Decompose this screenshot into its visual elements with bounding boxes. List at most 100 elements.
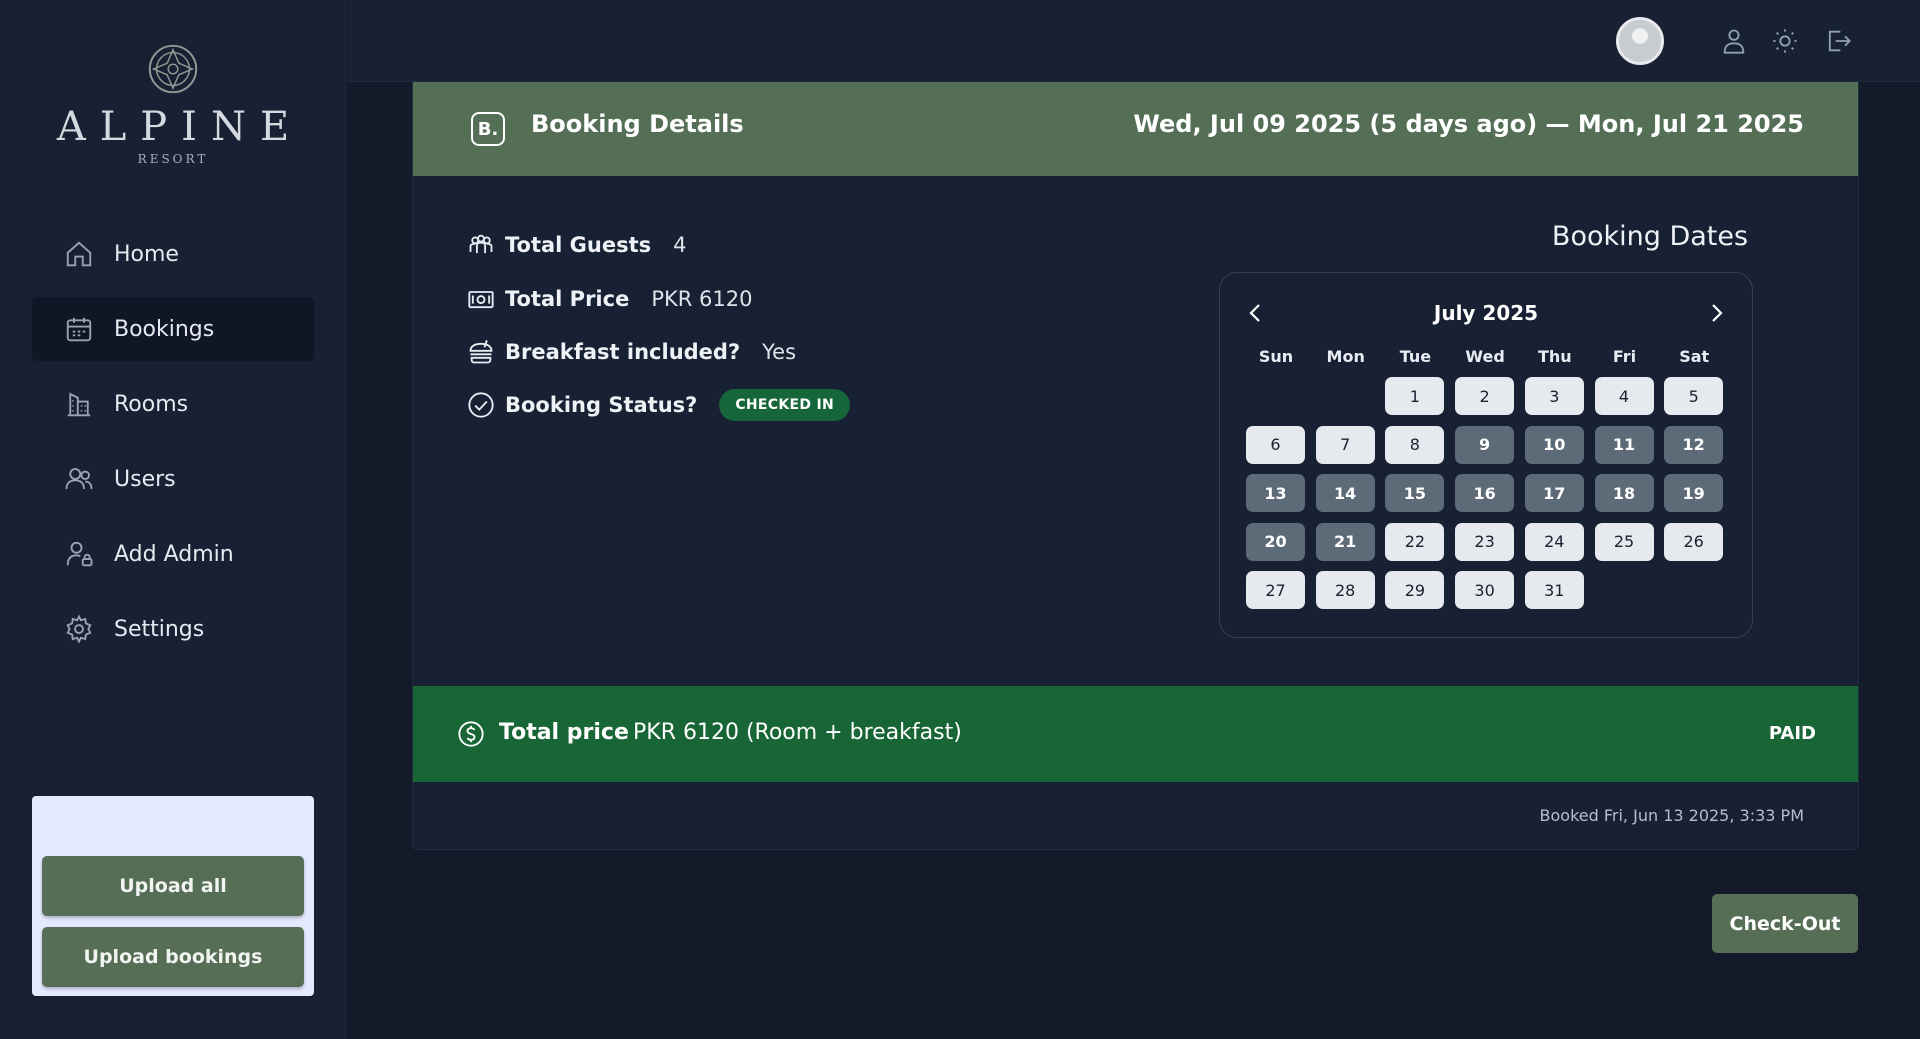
brand-name: ALPINE: [56, 104, 304, 150]
sidebar-item-rooms[interactable]: Rooms: [32, 372, 314, 436]
upload-all-button[interactable]: Upload all: [42, 856, 304, 916]
sidebar-item-label: Settings: [114, 616, 205, 642]
sample-data-panel: SAMPLE DATA Upload all Upload bookings: [32, 796, 314, 996]
booking-status-row: Booking Status? CHECKED IN: [467, 389, 850, 421]
sidebar-item-label: Add Admin: [114, 541, 234, 567]
booking-date-range: Wed, Jul 09 2025 (5 days ago) — Mon, Jul…: [1133, 110, 1804, 138]
calendar-day[interactable]: 25: [1594, 522, 1654, 561]
sidebar-item-label: Rooms: [114, 391, 189, 417]
avatar[interactable]: [1616, 17, 1664, 65]
cash-icon: [468, 291, 494, 309]
calendar-day[interactable]: 17: [1524, 474, 1584, 513]
calendar-day[interactable]: 20: [1246, 522, 1305, 561]
home-icon: [66, 241, 92, 267]
guests-icon: [469, 234, 493, 254]
burger-icon: [469, 340, 493, 364]
top-bar: [347, 0, 1920, 82]
total-price-bar-label: Total price: [499, 720, 629, 745]
calendar-day[interactable]: 28: [1315, 571, 1375, 610]
status-badge: CHECKED IN: [719, 389, 850, 421]
total-price-bar-value: PKR 6120 (Room + breakfast): [633, 720, 962, 745]
building-icon: [67, 392, 91, 417]
brand-sub: RESORT: [137, 152, 209, 166]
calendar-day[interactable]: 27: [1246, 571, 1305, 610]
weekday-label: Fri: [1612, 347, 1637, 366]
calendar-day[interactable]: 19: [1664, 474, 1724, 513]
page-title: Booking Details: [531, 110, 744, 138]
weekday-label: Tue: [1399, 347, 1432, 366]
breakfast-label: Breakfast included?: [505, 340, 741, 364]
calendar-day[interactable]: 1: [1385, 377, 1445, 415]
sidebar-item-settings[interactable]: Settings: [32, 597, 314, 661]
weekday-label: Sun: [1258, 347, 1294, 366]
booking-b-icon: B.: [471, 112, 505, 146]
logout-icon[interactable]: [1824, 27, 1852, 55]
calendar-day[interactable]: 6: [1246, 425, 1305, 464]
check-circle-icon: [468, 392, 494, 418]
payment-status: PAID: [1768, 723, 1816, 744]
upload-bookings-button[interactable]: Upload bookings: [42, 927, 304, 987]
calendar-day[interactable]: 13: [1246, 474, 1305, 513]
sun-icon[interactable]: [1771, 27, 1799, 55]
calendar-day[interactable]: 8: [1385, 425, 1445, 464]
calendar-day[interactable]: 22: [1385, 522, 1445, 561]
calendar-day[interactable]: 12: [1664, 425, 1724, 464]
calendar: July 2025 Sun Mon Tue Wed Thu Fri Sat 12345678…: [1219, 272, 1753, 638]
weekday-label: Mon: [1326, 347, 1365, 366]
sidebar-item-bookings[interactable]: Bookings: [32, 297, 314, 361]
users-icon: [65, 468, 93, 490]
breakfast-row: Breakfast included? Yes: [467, 338, 796, 366]
sidebar-item-label: Bookings: [114, 316, 215, 342]
calendar-day[interactable]: 18: [1594, 474, 1654, 513]
calendar-day[interactable]: 15: [1385, 474, 1445, 513]
booked-timestamp: Booked Fri, Jun 13 2025, 3:33 PM: [1539, 806, 1804, 825]
check-out-button[interactable]: Check-Out: [1712, 894, 1858, 953]
total-price-row: Total Price PKR 6120: [467, 285, 752, 313]
calendar-day[interactable]: 24: [1524, 522, 1584, 561]
calendar-day[interactable]: 3: [1524, 377, 1584, 415]
calendar-day[interactable]: 2: [1455, 377, 1515, 415]
user-icon[interactable]: [1720, 27, 1748, 55]
total-guests-label: Total Guests: [505, 233, 652, 257]
weekday-label: Thu: [1537, 347, 1572, 366]
calendar-icon: [66, 317, 92, 342]
sidebar-item-home[interactable]: Home: [32, 222, 314, 286]
calendar-day[interactable]: 9: [1455, 425, 1515, 464]
calendar-day[interactable]: 4: [1594, 377, 1654, 415]
calendar-day[interactable]: 31: [1524, 571, 1584, 610]
calendar-month: July 2025: [1433, 301, 1539, 325]
calendar-day[interactable]: 14: [1315, 474, 1375, 513]
weekday-label: Sat: [1679, 347, 1710, 366]
sidebar-nav: Home Bookings Rooms Users Add Admin Sett…: [32, 222, 314, 672]
booking-dates-title: Booking Dates: [1551, 221, 1749, 252]
user-lock-icon: [66, 541, 93, 567]
sidebar-item-add-admin[interactable]: Add Admin: [32, 522, 314, 586]
total-guests-value: 4: [673, 233, 687, 257]
calendar-day[interactable]: 5: [1664, 377, 1724, 415]
booking-header: B. Booking Details Wed, Jul 09 2025 (5 d…: [413, 82, 1858, 176]
calendar-day[interactable]: 26: [1664, 522, 1724, 561]
gear-icon: [66, 614, 92, 644]
calendar-day[interactable]: 16: [1455, 474, 1515, 513]
total-price-bar: Total price PKR 6120 (Room + breakfast) …: [413, 686, 1858, 782]
calendar-day[interactable]: 10: [1524, 425, 1584, 464]
total-price-value: PKR 6120: [651, 287, 753, 311]
sample-data-title: SAMPLE DATA: [102, 814, 244, 835]
sidebar-item-label: Home: [114, 241, 179, 267]
total-guests-row: Total Guests 4: [467, 231, 687, 259]
booking-status-label: Booking Status?: [505, 393, 698, 417]
calendar-day[interactable]: 11: [1594, 425, 1654, 464]
calendar-day[interactable]: 29: [1385, 571, 1445, 610]
calendar-day[interactable]: 30: [1455, 571, 1515, 610]
total-price-label: Total Price: [505, 287, 630, 311]
sidebar-item-label: Users: [114, 466, 176, 492]
chevron-right-icon[interactable]: [1704, 301, 1728, 325]
logo-emblem-icon: [148, 44, 198, 94]
sidebar-item-users[interactable]: Users: [32, 447, 314, 511]
booking-card: B. Booking Details Wed, Jul 09 2025 (5 d…: [412, 82, 1859, 850]
breakfast-value: Yes: [762, 340, 797, 364]
calendar-day[interactable]: 7: [1315, 425, 1375, 464]
brand-logo[interactable]: ALPINE RESORT: [0, 40, 346, 166]
calendar-day[interactable]: 21: [1315, 522, 1375, 561]
calendar-day[interactable]: 23: [1455, 522, 1515, 561]
